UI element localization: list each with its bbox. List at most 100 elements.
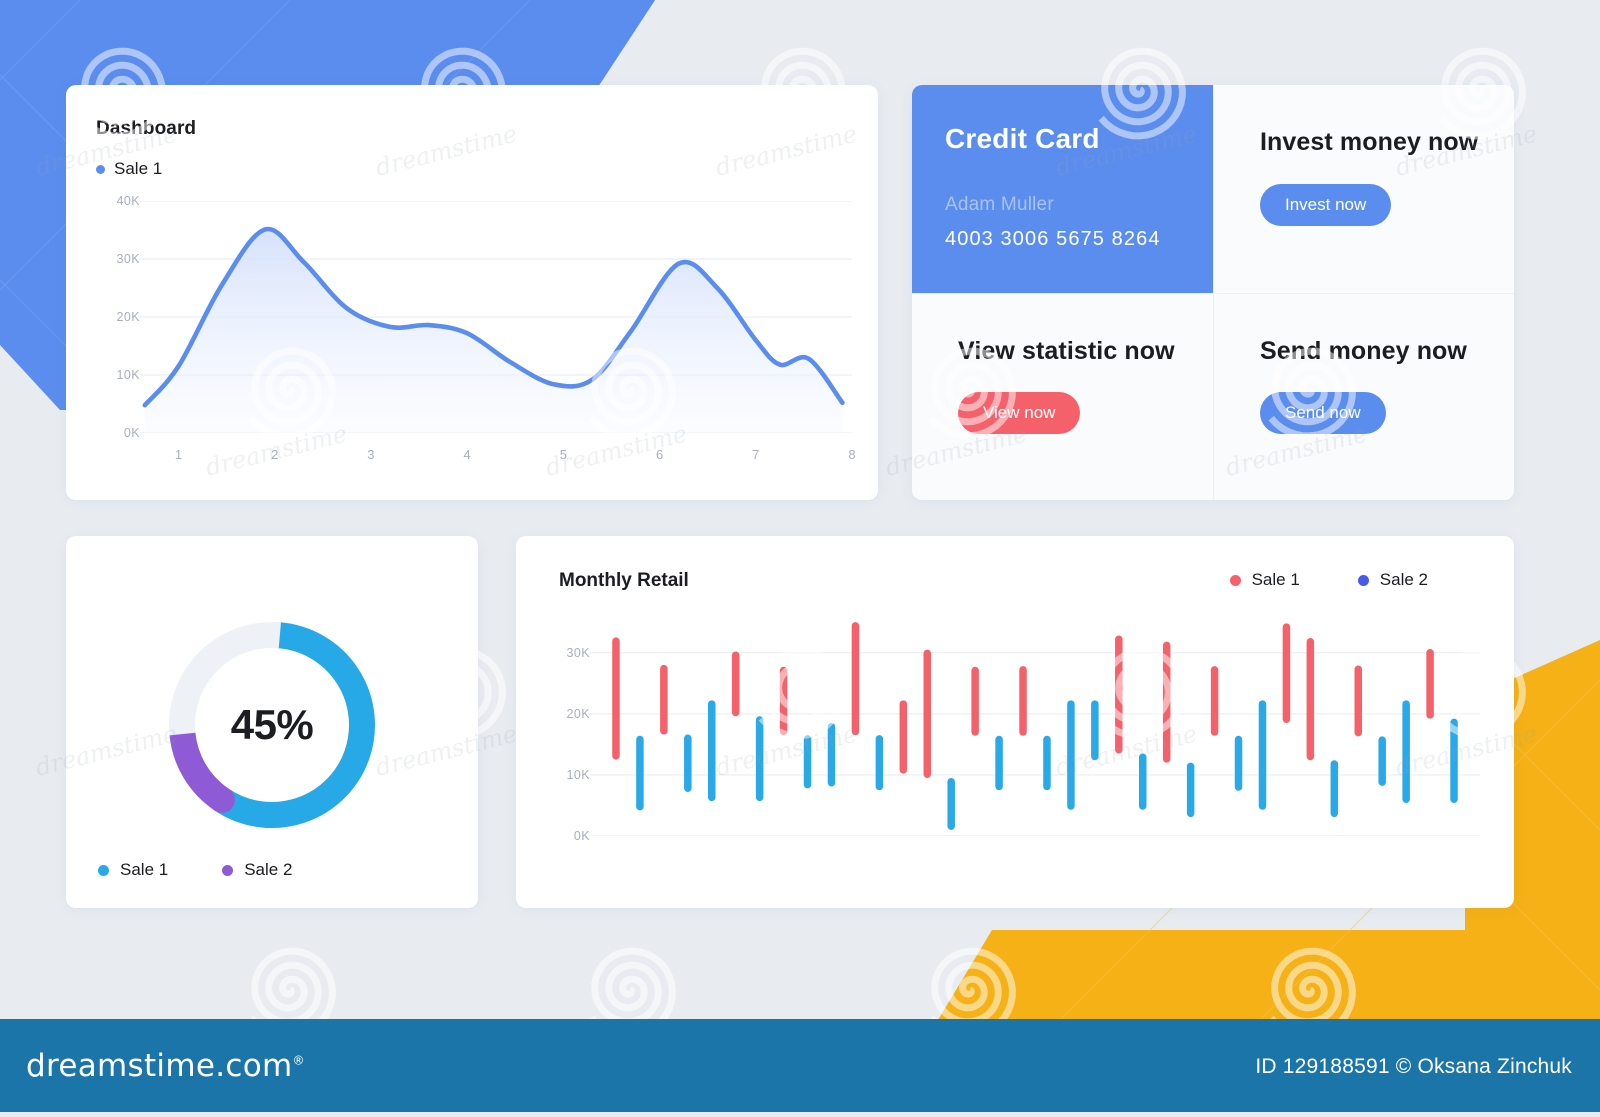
dreamstime-footer: dreamstime.com® ID 129188591 © Oksana Zi… xyxy=(0,1019,1600,1112)
donut-legend-item-sale-2: Sale 2 xyxy=(222,860,292,880)
monthly-retail-legend: Sale 1 Sale 2 xyxy=(1229,570,1428,590)
view-now-button[interactable]: View now xyxy=(958,392,1081,434)
bar-sale-1 xyxy=(971,666,979,736)
area-x-tick-6: 6 xyxy=(655,447,664,462)
monthly-retail-svg xyxy=(590,622,1480,836)
area-x-tick-8: 8 xyxy=(848,447,856,462)
monthly-retail-header: Monthly Retail Sale 1 Sale 2 xyxy=(559,570,1480,594)
bar-sale-1 xyxy=(1354,665,1362,737)
monthly-retail-plot: 0K 10K 20K 30K xyxy=(550,616,1480,866)
bar-sale-2 xyxy=(1139,753,1147,810)
send-money-title: Send money now xyxy=(1260,336,1467,365)
bar-sale-2 xyxy=(1043,735,1051,791)
bars-legend-item-sale-1: Sale 1 xyxy=(1229,570,1300,590)
area-x-tick-2: 2 xyxy=(271,447,279,462)
bar-sale-1 xyxy=(612,637,620,760)
donut-chart-legend: Sale 1 Sale 2 xyxy=(98,860,292,880)
bar-sale-1 xyxy=(1426,649,1434,719)
area-x-tick-1: 1 xyxy=(174,447,183,462)
legend-dot-sale-1 xyxy=(98,864,109,876)
credit-card-number: 4003 3006 5675 8264 xyxy=(945,228,1161,250)
bar-sale-1 xyxy=(923,649,931,778)
view-statistic-tile: View statistic now View now xyxy=(912,292,1213,500)
area-y-tick-40K: 40K xyxy=(116,194,140,208)
area-chart-y-axis: 0K 10K 20K 30K 40K xyxy=(92,194,140,440)
bar-sale-2 xyxy=(1234,735,1243,791)
monthly-retail-y-axis: 0K 10K 20K 30K xyxy=(550,616,590,843)
bar-sale-1 xyxy=(779,666,788,736)
credit-card-title: Credit Card xyxy=(945,123,1100,154)
bar-sale-2 xyxy=(995,735,1003,791)
bar-sale-1 xyxy=(1019,666,1027,736)
invest-now-button[interactable]: Invest now xyxy=(1260,183,1392,226)
bar-sale-2 xyxy=(1378,736,1386,786)
bar-sale-2 xyxy=(708,700,716,802)
legend-dot-sale-2 xyxy=(1357,574,1369,586)
legend-label-sale-2: Sale 2 xyxy=(244,860,293,879)
legend-label-sale-2: Sale 2 xyxy=(1379,570,1428,589)
legend-dot-sale-1 xyxy=(96,164,105,174)
bar-sale-2 xyxy=(803,735,812,789)
invest-money-tile: Invest money now Invest now xyxy=(1213,85,1514,293)
legend-label-sale-1: Sale 1 xyxy=(120,860,169,879)
registered-mark-icon: ® xyxy=(292,1053,305,1068)
bar-sale-2 xyxy=(636,735,644,811)
donut-legend-item-sale-1: Sale 1 xyxy=(98,860,168,880)
bar-sale-1 xyxy=(851,622,860,736)
area-chart-plot: 0K 10K 20K 30K 40K 1 2 3 4 5 6 7 8 xyxy=(92,194,856,466)
invest-money-title: Invest money now xyxy=(1260,128,1479,156)
bar-sale-2 xyxy=(947,777,955,830)
credit-card-tile[interactable]: Credit Card Adam Muller 4003 3006 5675 8… xyxy=(912,85,1213,293)
sales-donut-card: 45% Sale 1 Sale 2 xyxy=(66,536,478,908)
view-statistic-title: View statistic now xyxy=(958,336,1175,365)
bars-y-tick-0K: 0K xyxy=(573,829,590,843)
bar-sale-1 xyxy=(1306,638,1315,761)
area-chart-legend: Sale 1 xyxy=(96,159,162,179)
legend-dot-sale-2 xyxy=(222,864,234,876)
area-y-tick-20K: 20K xyxy=(116,310,140,324)
bar-sale-2 xyxy=(1091,700,1099,761)
page-title: Dashboard xyxy=(96,118,197,139)
monthly-retail-card: Monthly Retail Sale 1 Sale 2 0K 10K 20K 30K xyxy=(516,536,1514,908)
bar-sale-1 xyxy=(899,700,908,774)
area-y-tick-10K: 10K xyxy=(116,368,140,382)
bar-sale-2 xyxy=(755,716,764,802)
image-credit: ID 129188591 © Oksana Zinchuk xyxy=(1255,1055,1572,1078)
quick-actions-card: Credit Card Adam Muller 4003 3006 5675 8… xyxy=(912,85,1514,500)
bars-legend-item-sale-2: Sale 2 xyxy=(1357,570,1428,590)
area-chart-svg xyxy=(140,201,852,433)
legend-label-sale-1: Sale 1 xyxy=(1251,570,1300,589)
legend-label-sale-1: Sale 1 xyxy=(114,159,163,178)
bar-sale-2 xyxy=(1450,718,1458,803)
donut-center-value: 45% xyxy=(230,701,314,748)
bar-sale-2 xyxy=(1186,762,1195,818)
bar-sale-1 xyxy=(731,651,740,717)
dreamstime-logo-text: dreamstime.com xyxy=(26,1048,293,1084)
credit-card-holder-name: Adam Muller xyxy=(945,194,1054,215)
bars-y-tick-10K: 10K xyxy=(566,767,590,782)
area-y-tick-30K: 30K xyxy=(116,252,140,266)
bar-sale-2 xyxy=(1402,700,1410,803)
bar-sale-2 xyxy=(875,735,884,791)
bar-sale-1 xyxy=(1282,623,1291,723)
area-y-tick-0K: 0K xyxy=(123,426,140,440)
monthly-retail-title: Monthly Retail xyxy=(559,570,689,591)
bar-sale-2 xyxy=(684,734,692,792)
area-x-tick-3: 3 xyxy=(367,447,375,462)
bar-sale-1 xyxy=(1162,641,1171,763)
send-now-button[interactable]: Send now xyxy=(1260,392,1386,434)
donut-chart: 45% xyxy=(161,614,383,836)
dashboard-stage: Dashboard Sale 1 0K 10K 20K 30K 40K 1 2 3 4 5 6 7 8 xyxy=(0,0,1600,1112)
monthly-retail-gridlines xyxy=(590,651,1480,836)
bar-sale-1 xyxy=(660,664,668,735)
area-x-tick-4: 4 xyxy=(463,447,471,462)
bar-sale-2 xyxy=(827,722,836,787)
bar-sale-2 xyxy=(1330,760,1339,818)
area-x-tick-5: 5 xyxy=(559,447,567,462)
bar-sale-1 xyxy=(1115,635,1123,754)
bar-sale-1 xyxy=(1210,666,1219,736)
bar-sale-2 xyxy=(1258,700,1267,810)
bars-y-tick-30K: 30K xyxy=(566,645,590,660)
send-money-tile: Send money now Send now xyxy=(1213,292,1514,500)
dreamstime-logo: dreamstime.com® xyxy=(26,1048,305,1084)
